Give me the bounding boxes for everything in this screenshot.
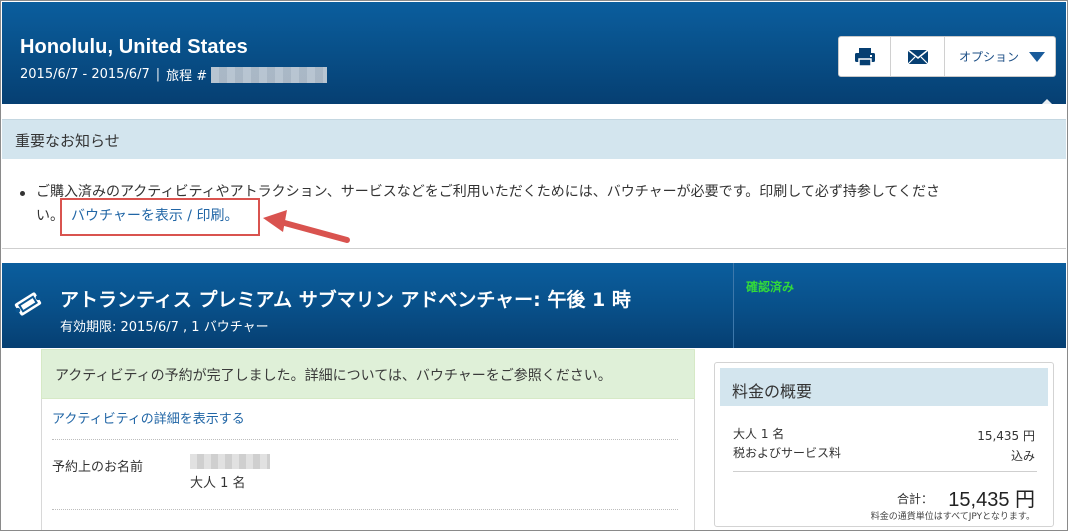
options-label: オプション [959,50,1020,64]
price-row-value: 15,435 円 [977,429,1035,443]
party-count: 大人 1 名 [190,476,246,491]
divider [733,471,1037,472]
divider [733,263,734,348]
notice-heading-bar: 重要なお知らせ [2,119,1066,159]
printer-icon [854,47,875,67]
reservation-name-redacted [190,454,270,469]
price-summary-card: 料金の概要 大人 1 名 15,435 円 税およびサービス料 込み 合計： 1… [714,362,1054,527]
itinerary-page: Honolulu, United States 2015/6/7 - 2015/… [0,0,1068,531]
caret-up-icon [1042,99,1052,104]
activity-title: アトランティス プレミアム サブマリン アドベンチャー: 午後 1 時 [60,289,631,311]
email-button[interactable] [891,37,945,76]
separator: | [155,67,161,82]
trip-title: Honolulu, United States [20,36,248,58]
highlight-box-annotation [60,198,260,236]
currency-note: 料金の通貨単位はすべてJPYとなります。 [870,512,1035,522]
status-badge: 確認済み [746,280,795,294]
booking-confirmation-message: アクティビティの予約が完了しました。詳細については、バウチャーをご参照ください。 [41,349,695,399]
activity-header: アトランティス プレミアム サブマリン アドベンチャー: 午後 1 時 有効期限… [2,263,1066,348]
bullet-icon [20,191,25,196]
reservation-name-label: 予約上のお名前 [52,460,144,475]
price-summary-heading: 料金の概要 [732,382,813,401]
total-price: 15,435 円 [948,489,1035,511]
chevron-down-icon [1029,51,1046,62]
confirmation-text: アクティビティの予約が完了しました。詳細については、バウチャーをご参照ください。 [55,368,612,384]
divider [52,509,678,510]
price-row-value: 込み [1010,449,1035,463]
price-row-label: 税およびサービス料 [733,446,842,460]
trip-header: Honolulu, United States 2015/6/7 - 2015/… [2,2,1066,104]
price-row-label: 大人 1 名 [733,427,785,441]
price-summary-heading-bar: 料金の概要 [720,368,1048,406]
activity-validity: 有効期限: 2015/6/7 , 1 バウチャー [60,320,269,335]
itinerary-label: 旅程 # [166,69,208,84]
red-arrow-icon [263,210,350,243]
activity-details-pane: アクティビティの詳細を表示する 予約上のお名前 大人 1 名 [41,399,695,530]
trip-subline: 2015/6/7 - 2015/6/7 | 旅程 # [20,65,328,84]
total-label: 合計： [897,492,934,506]
print-button[interactable] [839,37,891,76]
divider [52,439,678,440]
itinerary-number-redacted [211,66,328,83]
trip-dates: 2015/6/7 - 2015/6/7 [20,67,150,82]
ticket-icon [14,292,42,316]
header-actions: オプション [838,36,1056,77]
notice-heading: 重要なお知らせ [15,132,120,150]
activity-details-link[interactable]: アクティビティの詳細を表示する [52,408,245,427]
envelope-icon [907,48,928,64]
options-dropdown[interactable]: オプション [945,37,1055,76]
